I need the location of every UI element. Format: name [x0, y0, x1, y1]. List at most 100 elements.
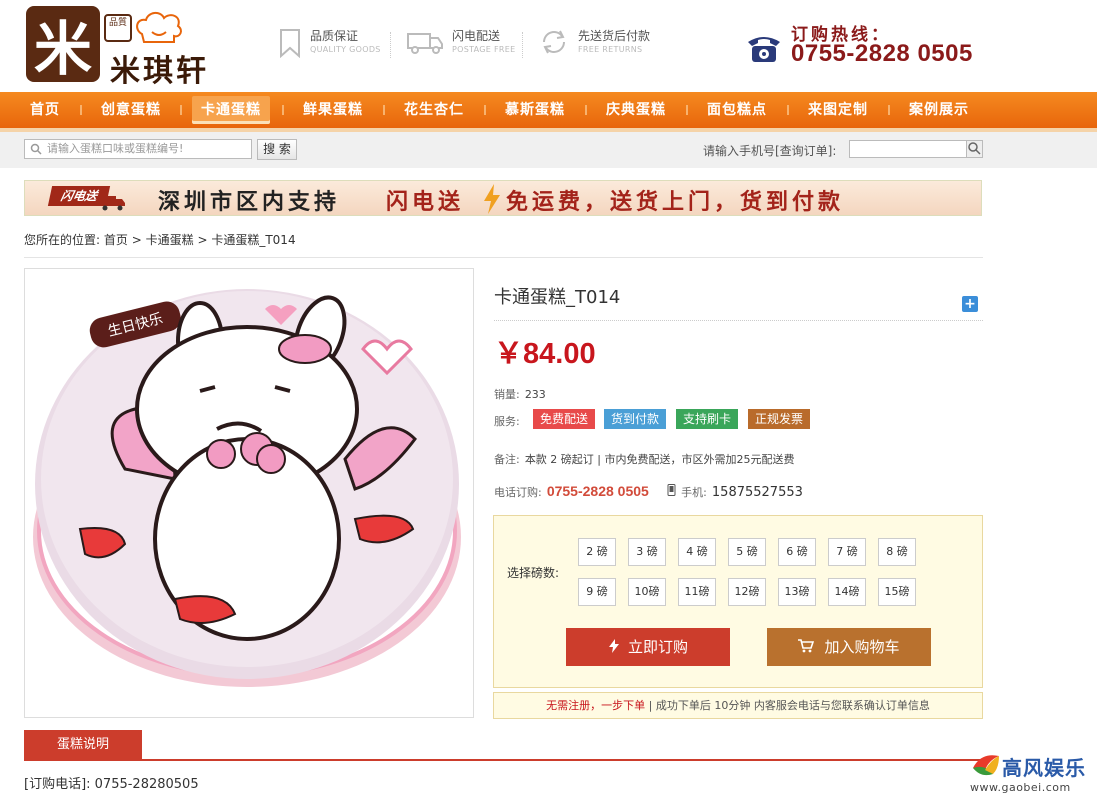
nav-separator [282, 105, 284, 115]
add-to-cart-button[interactable]: 加入购物车 [767, 628, 931, 666]
tab-underline [24, 759, 983, 761]
phone-order-row: 电话订购: 0755-2828 0505 手机: 15875527553 [494, 481, 803, 500]
nav-separator [80, 105, 82, 115]
phone-order-label: 电话订购: [494, 486, 542, 499]
phone-query-input[interactable] [849, 140, 967, 158]
weight-option-7[interactable]: 7 磅 [828, 538, 866, 566]
search-button[interactable]: 搜 索 [257, 139, 297, 160]
nav-bread-pastry[interactable]: 面包糕点 [698, 92, 776, 128]
order-phone-line: [订购电话]: 0755-28280505 [24, 777, 199, 792]
nav-fruit-cakes[interactable]: 鲜果蛋糕 [294, 92, 372, 128]
breadcrumb-prefix: 您所在的位置: [24, 233, 101, 247]
breadcrumb-separator: > [197, 233, 208, 247]
tab-cake-description[interactable]: 蛋糕说明 [24, 730, 142, 760]
tag-free-delivery: 免费配送 [533, 409, 596, 429]
nav-creative-cakes[interactable]: 创意蛋糕 [92, 92, 170, 128]
weight-option-12[interactable]: 12磅 [728, 578, 766, 606]
breadcrumb-category[interactable]: 卡通蛋糕 [146, 233, 194, 247]
watermark-logo-icon [973, 755, 999, 776]
banner-highlight: 免运费，送货上门，货到付款 [506, 190, 845, 215]
weight-option-9[interactable]: 9 磅 [578, 578, 616, 606]
product-image[interactable]: 生日快乐 [24, 268, 474, 718]
weight-option-14[interactable]: 14磅 [828, 578, 866, 606]
divider [522, 32, 523, 58]
nav-separator [585, 105, 587, 115]
divider [494, 320, 983, 321]
hotline-number: 0755-2828 0505 [791, 40, 973, 67]
nav-case-showcase[interactable]: 案例展示 [900, 92, 978, 128]
sales-value: 233 [524, 388, 546, 401]
weight-option-2[interactable]: 2 磅 [578, 538, 616, 566]
service-label: 服务: [494, 415, 520, 428]
nav-celebration-cakes[interactable]: 庆典蛋糕 [597, 92, 675, 128]
share-plus-icon[interactable]: + [962, 296, 978, 312]
tag-card-payment: 支持刷卡 [676, 409, 739, 429]
banner-highlight: 闪电送 [386, 190, 465, 215]
sales-label: 销量: [494, 388, 520, 401]
feature-subtitle: FREE RETURNS [578, 45, 643, 54]
bookmark-icon [280, 29, 300, 58]
divider [390, 32, 391, 58]
nav-mousse-cakes[interactable]: 慕斯蛋糕 [496, 92, 574, 128]
nav-custom-photo[interactable]: 来图定制 [799, 92, 877, 128]
add-to-cart-label: 加入购物车 [824, 638, 900, 656]
nav-separator [787, 105, 789, 115]
order-query-label: 请输入手机号[查询订单]: [703, 144, 837, 158]
weight-option-8[interactable]: 8 磅 [878, 538, 916, 566]
divider [24, 257, 983, 258]
truck-icon [100, 196, 125, 211]
main-nav: 首页 创意蛋糕 卡通蛋糕 鲜果蛋糕 花生杏仁 慕斯蛋糕 庆典蛋糕 面包糕点 来图… [0, 92, 1097, 132]
sales-row: 销量: 233 [494, 383, 546, 402]
weight-option-15[interactable]: 15磅 [878, 578, 916, 606]
weight-option-5[interactable]: 5 磅 [728, 538, 766, 566]
product-title: 卡通蛋糕_T014 [494, 287, 621, 308]
note-row: 备注: 本款 2 磅起订 | 市内免费配送，市区外需加25元配送费 [494, 448, 795, 467]
order-query-button[interactable] [966, 140, 983, 158]
feature-payment: 先送货后付款 FREE RETURNS [538, 28, 650, 56]
weight-option-6[interactable]: 6 磅 [778, 538, 816, 566]
weight-option-3[interactable]: 3 磅 [628, 538, 666, 566]
feature-subtitle: QUALITY GOODS [310, 45, 381, 54]
breadcrumb-home[interactable]: 首页 [104, 233, 128, 247]
nav-peanut-almond[interactable]: 花生杏仁 [395, 92, 473, 128]
buy-now-button[interactable]: 立即订购 [566, 628, 730, 666]
chef-hat-icon [136, 12, 182, 43]
search-icon [30, 143, 42, 155]
buy-now-label: 立即订购 [627, 638, 688, 656]
weight-option-10[interactable]: 10磅 [628, 578, 666, 606]
nav-cartoon-cakes[interactable]: 卡通蛋糕 [192, 96, 270, 124]
nav-separator [888, 105, 890, 115]
product-price: ￥84.00 [494, 338, 596, 370]
truck-icon [407, 33, 443, 54]
logo-seal: 品質 [104, 14, 132, 42]
note-label: 备注: [494, 453, 520, 466]
return-icon [543, 30, 565, 54]
weight-label: 选择磅数: [507, 566, 560, 580]
weight-option-11[interactable]: 11磅 [678, 578, 716, 606]
lightning-icon [608, 639, 619, 653]
mobile-label: 手机: [681, 486, 707, 499]
telephone-icon [748, 37, 780, 62]
feature-delivery: 闪电配送 POSTAGE FREE [406, 28, 515, 56]
feature-subtitle: POSTAGE FREE [452, 45, 516, 54]
weight-option-4[interactable]: 4 磅 [678, 538, 716, 566]
tag-invoice: 正规发票 [748, 409, 811, 429]
search-input[interactable]: 请输入蛋糕口味或蛋糕编号! [24, 139, 252, 159]
feature-title: 品质保证 [310, 29, 359, 43]
notice-text: | 成功下单后 10分钟 内客服会电话与您联系确认订单信息 [645, 699, 930, 712]
note-text: 本款 2 磅起订 | 市内免费配送，市区外需加25元配送费 [524, 453, 795, 466]
breadcrumb-separator: > [131, 233, 142, 247]
cake-photo: 生日快乐 [33, 289, 461, 687]
banner-text: 深圳市区内支持 [158, 190, 341, 215]
feature-title: 闪电配送 [452, 29, 501, 43]
feature-title: 先送货后付款 [578, 29, 651, 43]
nav-separator [383, 105, 385, 115]
watermark-name: 高风娱乐 [1002, 756, 1086, 780]
weight-option-13[interactable]: 13磅 [778, 578, 816, 606]
brand-name: 米琪轩 [110, 54, 209, 89]
breadcrumb-current: 卡通蛋糕_T014 [211, 233, 296, 247]
logo-mark[interactable]: 米 [26, 6, 100, 83]
breadcrumb: 您所在的位置: 首页 > 卡通蛋糕 > 卡通蛋糕_T014 [24, 231, 296, 248]
cart-icon [798, 639, 815, 653]
nav-home[interactable]: 首页 [22, 92, 68, 128]
